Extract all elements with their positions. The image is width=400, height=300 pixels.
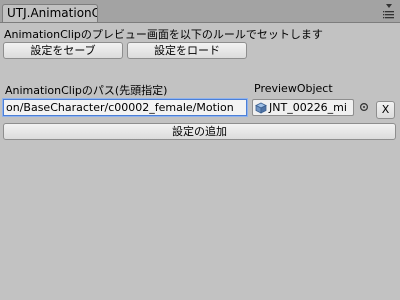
preview-object-label: PreviewObject — [254, 82, 333, 95]
gameobject-icon — [255, 102, 267, 114]
object-picker-icon[interactable] — [359, 102, 369, 112]
tab-menu-icon[interactable] — [382, 1, 396, 21]
clip-path-input[interactable]: on/BaseCharacter/c00002_female/Motion — [3, 99, 247, 116]
preview-object-value: JNT_00226_mi — [269, 101, 347, 114]
load-settings-button[interactable]: 設定をロード — [127, 42, 247, 59]
tab-strip: UTJ.AnimationC — [0, 0, 400, 23]
add-setting-button[interactable]: 設定の追加 — [3, 123, 396, 140]
description-text: AnimationClipのプレビュー画面を以下のルールでセットします — [4, 28, 323, 41]
window-tab[interactable]: UTJ.AnimationC — [2, 4, 98, 22]
window-tab-title: UTJ.AnimationC — [7, 6, 98, 20]
clip-path-label: AnimationClipのパス(先頭指定) — [5, 84, 168, 97]
preview-object-field[interactable]: JNT_00226_mi — [252, 99, 354, 116]
clear-button[interactable]: X — [376, 101, 395, 119]
save-settings-button[interactable]: 設定をセーブ — [3, 42, 123, 59]
clip-path-value: on/BaseCharacter/c00002_female/Motion — [6, 101, 234, 114]
